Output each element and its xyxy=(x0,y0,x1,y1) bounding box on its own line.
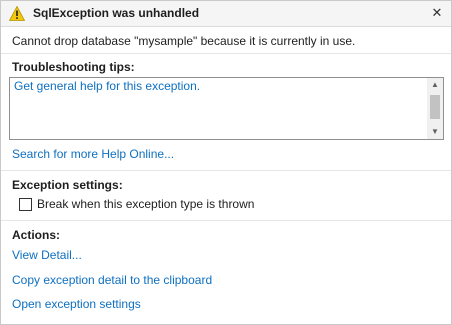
exception-dialog: SqlException was unhandled ✕ Cannot drop… xyxy=(0,0,452,325)
dialog-header: SqlException was unhandled ✕ xyxy=(1,1,451,27)
warning-icon xyxy=(9,6,25,21)
scroll-down-icon[interactable]: ▼ xyxy=(427,125,443,139)
open-exception-settings-link[interactable]: Open exception settings xyxy=(12,297,141,311)
copy-exception-detail-link[interactable]: Copy exception detail to the clipboard xyxy=(12,273,212,287)
troubleshooting-tips-box: Get general help for this exception. ▲ ▼ xyxy=(9,77,444,140)
divider xyxy=(1,170,451,171)
search-help-online-link[interactable]: Search for more Help Online... xyxy=(12,147,174,161)
exception-settings-heading: Exception settings: xyxy=(12,178,123,192)
troubleshooting-heading: Troubleshooting tips: xyxy=(12,60,135,74)
general-help-link[interactable]: Get general help for this exception. xyxy=(14,79,200,93)
exception-message: Cannot drop database "mysample" because … xyxy=(12,34,356,48)
scroll-up-icon[interactable]: ▲ xyxy=(427,78,443,92)
break-on-exception-label[interactable]: Break when this exception type is thrown xyxy=(37,197,254,211)
actions-heading: Actions: xyxy=(12,228,60,242)
close-icon[interactable]: ✕ xyxy=(429,5,445,21)
dialog-title: SqlException was unhandled xyxy=(33,6,200,20)
scrollbar-thumb[interactable] xyxy=(430,95,440,119)
divider xyxy=(1,53,451,54)
tips-scrollbar[interactable]: ▲ ▼ xyxy=(427,78,443,139)
view-detail-link[interactable]: View Detail... xyxy=(12,248,82,262)
divider xyxy=(1,220,451,221)
break-on-exception-checkbox[interactable] xyxy=(19,198,32,211)
